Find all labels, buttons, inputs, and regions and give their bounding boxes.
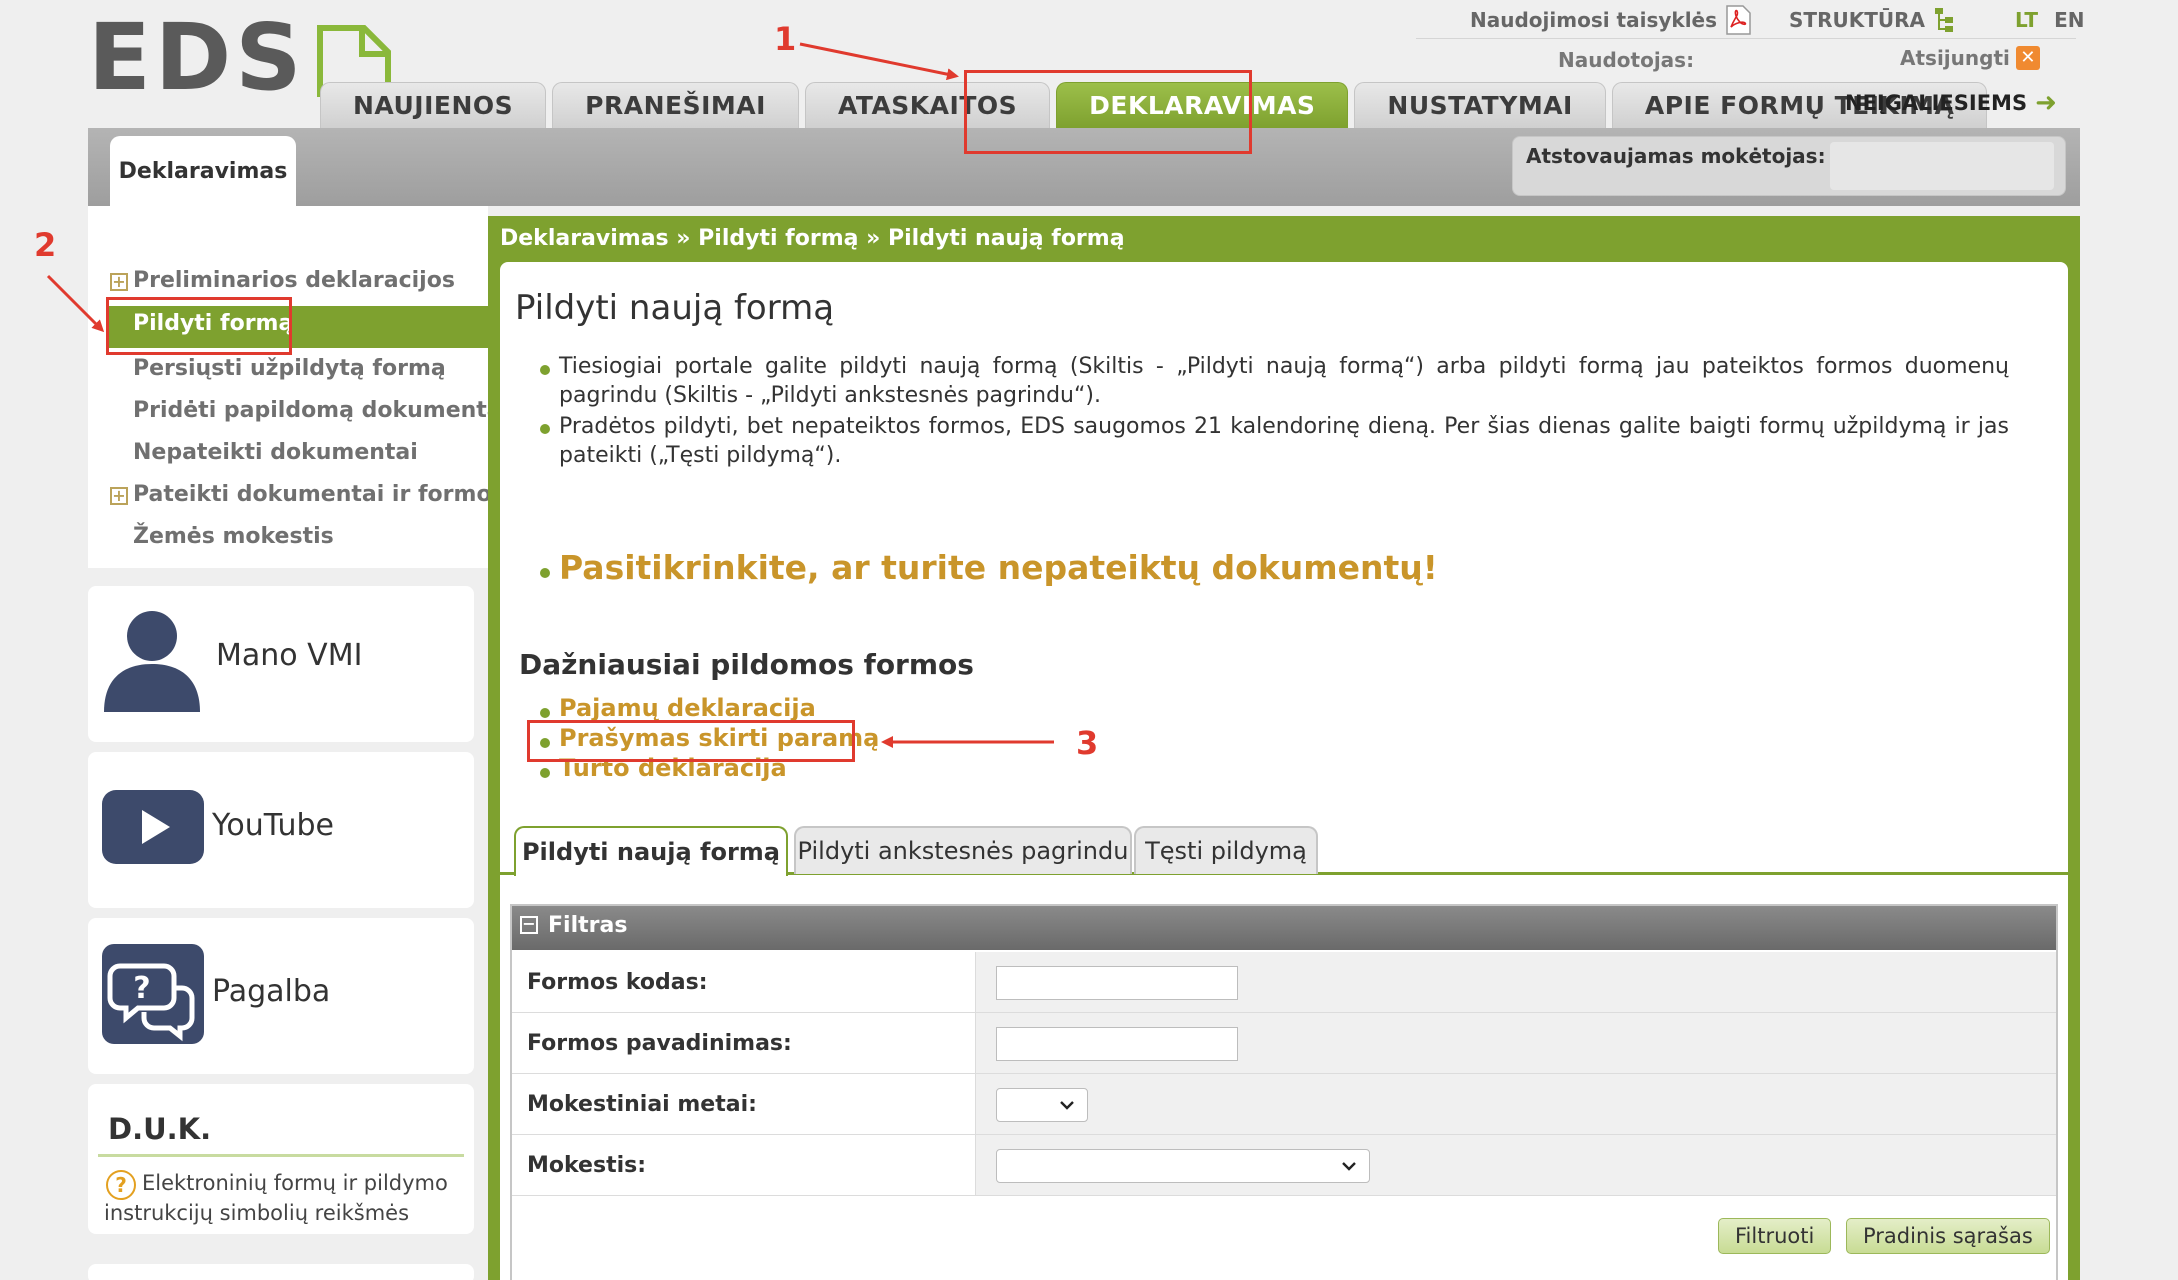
tab-label: Pildyti naują formą bbox=[521, 838, 781, 866]
sidebar-item-preliminarios[interactable]: Preliminarios deklaracijos bbox=[133, 268, 455, 293]
lang-en[interactable]: EN bbox=[2054, 8, 2084, 32]
card-youtube-label: YouTube bbox=[212, 808, 334, 843]
annotation-box-2 bbox=[106, 297, 292, 355]
breadcrumb: Deklaravimas » Pildyti formą » Pildyti n… bbox=[500, 226, 1125, 251]
chevron-down-icon bbox=[1342, 1162, 1356, 1171]
tab-pildyti-ankstesnes[interactable]: Pildyti ankstesnės pagrindu bbox=[794, 826, 1132, 874]
nav-tab-label: PRANEŠIMAI bbox=[585, 91, 766, 120]
filter-title: Filtras bbox=[548, 913, 628, 938]
reset-list-button[interactable]: Pradinis sąrašas bbox=[1846, 1218, 2050, 1254]
bullet-icon bbox=[540, 708, 550, 718]
tax-year-select[interactable] bbox=[996, 1088, 1088, 1122]
nav-tab-label: NAUJIENOS bbox=[353, 91, 514, 120]
rules-link[interactable]: Naudojimosi taisyklės bbox=[1470, 5, 1751, 35]
frequent-forms-title: Dažniausiai pildomos formos bbox=[519, 648, 974, 681]
annotation-box-3 bbox=[527, 720, 855, 762]
card-mano-vmi-label: Mano VMI bbox=[216, 638, 363, 673]
subtab-label: Deklaravimas bbox=[118, 158, 288, 184]
minus-box-icon[interactable]: − bbox=[520, 916, 538, 934]
sidebar-item-persiusti[interactable]: Persiųsti užpildytą formą bbox=[133, 356, 446, 381]
subtab-deklaravimas[interactable]: Deklaravimas bbox=[110, 136, 296, 206]
sidebar-item-zemes[interactable]: Žemės mokestis bbox=[133, 524, 334, 549]
filter-label-pavadinimas: Formos pavadinimas: bbox=[527, 1031, 792, 1056]
nav-tab-pranesimai[interactable]: PRANEŠIMAI bbox=[552, 82, 799, 128]
logout-icon: ✕ bbox=[2015, 46, 2040, 70]
rules-link-label: Naudojimosi taisyklės bbox=[1470, 8, 1718, 32]
duk-link[interactable]: Elektroninių formų ir pildymo instrukcij… bbox=[104, 1168, 454, 1228]
structure-link[interactable]: STRUKTŪRA bbox=[1789, 6, 1957, 34]
top-divider bbox=[1416, 38, 2076, 39]
pdf-icon bbox=[1726, 5, 1751, 35]
user-label: Naudotojas: bbox=[1558, 48, 1695, 72]
filter-label-mokestis: Mokestis: bbox=[527, 1153, 647, 1178]
filter-row-kodas bbox=[512, 952, 2056, 1013]
filter-label-kodas: Formos kodas: bbox=[527, 970, 708, 995]
youtube-icon bbox=[102, 790, 204, 864]
card-pagalba[interactable]: ? Pagalba bbox=[88, 918, 474, 1074]
sidebar-item-prideti[interactable]: Pridėti papildomą dokumentą bbox=[133, 398, 502, 423]
annotation-number-1: 1 bbox=[774, 20, 797, 58]
arrow-right-icon: ➜ bbox=[2035, 88, 2057, 118]
page-title: Pildyti naują formą bbox=[515, 288, 835, 328]
logout-label: Atsijungti bbox=[1900, 46, 2010, 70]
annotation-number-3: 3 bbox=[1076, 724, 1099, 762]
sidebar-item-nepateikti[interactable]: Nepateikti dokumentai bbox=[133, 440, 418, 465]
filter-button[interactable]: Filtruoti bbox=[1718, 1218, 1832, 1254]
filter-header bbox=[512, 906, 2056, 950]
frequent-link-pajamu[interactable]: Pajamų deklaracija bbox=[559, 694, 816, 722]
tab-label: Tęsti pildymą bbox=[1145, 837, 1307, 865]
info-text-2: Pradėtos pildyti, bet nepateiktos formos… bbox=[559, 414, 2009, 468]
filter-label-metai: Mokestiniai metai: bbox=[527, 1092, 757, 1117]
structure-link-label: STRUKTŪRA bbox=[1789, 8, 1925, 32]
annotation-number-2: 2 bbox=[34, 226, 57, 264]
payer-label: Atstovaujamas mokėtojas: bbox=[1526, 144, 1826, 168]
payer-field[interactable] bbox=[1830, 142, 2054, 190]
help-chat-icon: ? bbox=[102, 944, 204, 1044]
logout-link[interactable]: Atsijungti ✕ bbox=[1900, 46, 2040, 70]
card-mano-vmi[interactable]: Mano VMI bbox=[88, 586, 474, 742]
structure-icon bbox=[1934, 8, 1953, 32]
bullet-icon bbox=[540, 365, 550, 375]
lang-lt[interactable]: LT bbox=[2015, 8, 2038, 32]
plus-box-icon[interactable]: + bbox=[110, 273, 128, 291]
duk-divider bbox=[98, 1154, 464, 1157]
sidebar-menu bbox=[88, 206, 488, 568]
tax-select[interactable] bbox=[996, 1149, 1370, 1183]
bullet-icon bbox=[540, 424, 550, 434]
info-text-1: Tiesiogiai portale galite pildyti naują … bbox=[559, 354, 2009, 408]
user-icon bbox=[104, 611, 200, 712]
unsubmitted-docs-link[interactable]: Pasitikrinkite, ar turite nepateiktų dok… bbox=[559, 548, 1438, 587]
annotation-box-1 bbox=[964, 70, 1252, 154]
card-pagalba-label: Pagalba bbox=[212, 974, 331, 1009]
form-name-input[interactable] bbox=[996, 1027, 1238, 1061]
nav-tab-label: NUSTATYMAI bbox=[1387, 91, 1573, 120]
nav-disability-link[interactable]: NEĮGALIESIEMS ➜ bbox=[1845, 88, 2057, 118]
svg-text:?: ? bbox=[133, 971, 150, 1006]
card-youtube[interactable]: YouTube bbox=[88, 752, 474, 908]
chevron-down-icon bbox=[1060, 1101, 1074, 1110]
nav-tab-naujienos[interactable]: NAUJIENOS bbox=[320, 82, 547, 128]
tab-label: Pildyti ankstesnės pagrindu bbox=[797, 837, 1129, 865]
bullet-icon bbox=[540, 768, 550, 778]
duk-title: D.U.K. bbox=[108, 1112, 212, 1146]
tab-testi-pildyma[interactable]: Tęsti pildymą bbox=[1134, 826, 1318, 874]
card-partial bbox=[88, 1264, 474, 1280]
arrow-1-icon bbox=[799, 42, 959, 81]
nav-tab-nustatymai[interactable]: NUSTATYMAI bbox=[1354, 82, 1606, 128]
sidebar-item-pateikti[interactable]: Pateikti dokumentai ir formos bbox=[133, 482, 505, 507]
logo-text: EDS bbox=[88, 4, 306, 111]
form-code-input[interactable] bbox=[996, 966, 1238, 1000]
nav-disability-label: NEĮGALIESIEMS bbox=[1845, 91, 2028, 115]
top-links: Naudojimosi taisyklės STRUKTŪRA LT EN bbox=[1470, 4, 2084, 36]
bullet-icon bbox=[540, 568, 550, 578]
plus-box-icon[interactable]: + bbox=[110, 487, 128, 505]
tab-pildyti-nauja[interactable]: Pildyti naują formą bbox=[514, 826, 788, 876]
